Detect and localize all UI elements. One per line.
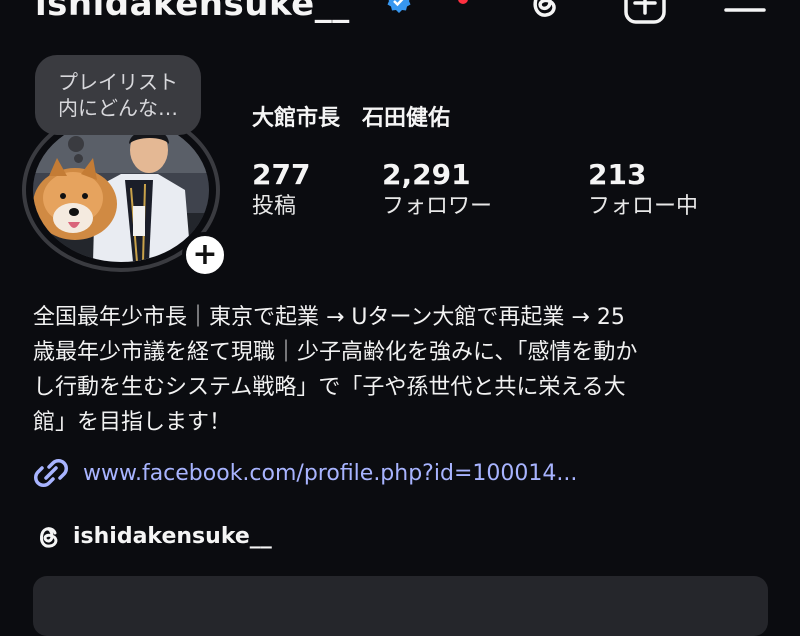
bio-line: 全国最年少市長｜東京で起業 → Uターン大館で再起業 → 25 — [33, 305, 625, 330]
verified-badge-icon — [387, 0, 411, 13]
display-name: 大館市長 石田健佑 — [252, 106, 451, 131]
bio-line: 館」を目指します！ — [33, 410, 232, 435]
stat-posts-label: 投稿 — [252, 194, 297, 219]
top-bar: ishidakensuke__ — [0, 0, 800, 30]
stat-followers-label: フォロワー — [382, 194, 493, 219]
note-bubble-tail-small — [74, 154, 83, 163]
stat-followers-value: 2,291 — [382, 158, 471, 191]
stat-following-label: フォロー中 — [588, 194, 699, 219]
threads-icon[interactable] — [524, 0, 564, 22]
threads-badge[interactable]: ishidakensuke__ — [33, 520, 272, 552]
stat-following-value: 213 — [588, 158, 647, 191]
bio-line: 歳最年少市議を経て現職｜少子高齢化を強みに、「感情を動か — [33, 340, 638, 365]
note-bubble-tail — [68, 136, 84, 152]
link-icon — [34, 459, 68, 487]
note-text: プレイリスト 内にどんな… — [58, 70, 178, 120]
profile-username[interactable]: ishidakensuke__ — [35, 0, 350, 24]
stat-following[interactable]: 213 フォロー中 — [588, 158, 698, 222]
threads-logo-icon — [40, 527, 58, 548]
stat-posts[interactable]: 277 投稿 — [252, 158, 310, 222]
stat-posts-value: 277 — [252, 158, 311, 191]
menu-icon[interactable] — [722, 0, 768, 16]
add-content-icon[interactable] — [622, 0, 668, 26]
add-story-button[interactable]: + — [182, 232, 228, 278]
profile-bio: 全国最年少市長｜東京で起業 → Uターン大館で再起業 → 25 歳最年少市議を経… — [33, 300, 773, 440]
note-bubble[interactable]: プレイリスト 内にどんな… — [35, 55, 201, 135]
profile-link[interactable]: www.facebook.com/profile.php?id=100014..… — [33, 456, 577, 490]
profile-dashboard-card[interactable] — [33, 576, 768, 636]
notification-dot — [458, 0, 468, 4]
avatar[interactable] — [33, 118, 209, 262]
profile-link-text[interactable]: www.facebook.com/profile.php?id=100014..… — [83, 461, 577, 486]
bio-line: し行動を生むシステム戦略」で「子や孫世代と共に栄える大 — [33, 375, 626, 400]
threads-handle: ishidakensuke__ — [73, 523, 272, 549]
stat-followers[interactable]: 2,291 フォロワー — [382, 158, 492, 222]
